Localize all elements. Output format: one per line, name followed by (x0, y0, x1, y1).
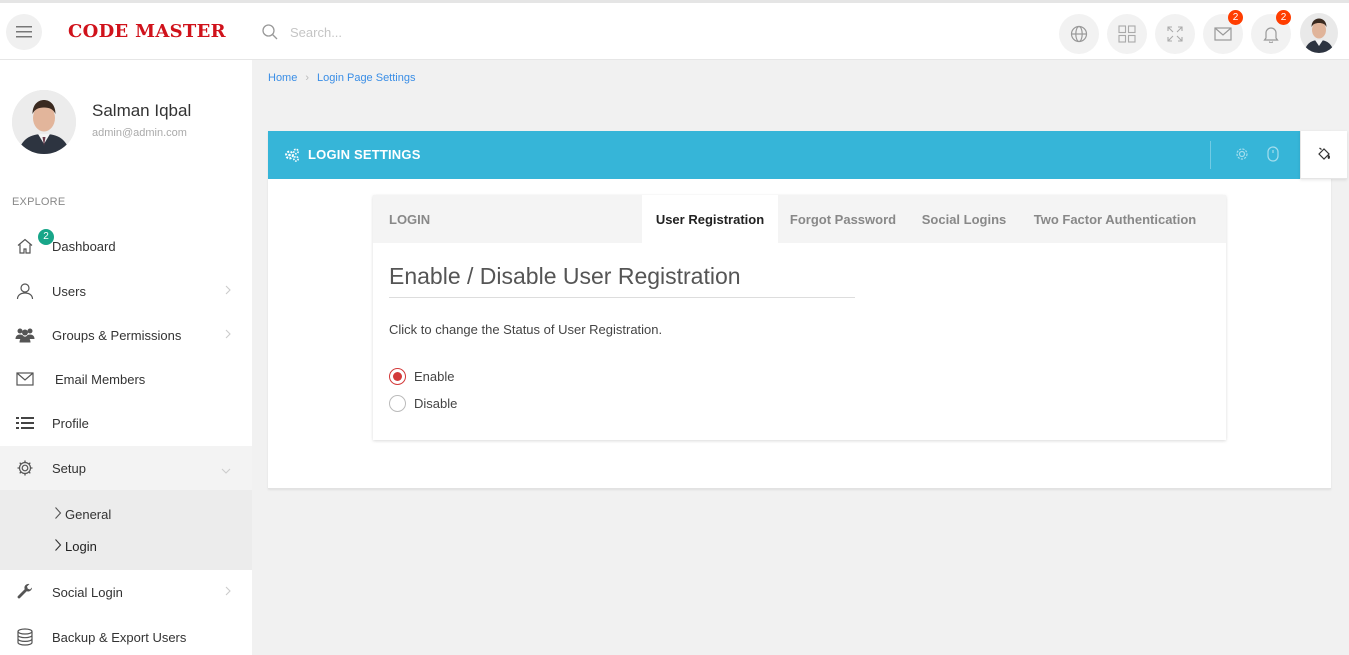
chevron-right-icon (224, 585, 232, 600)
breadcrumb: Home › Login Page Settings (268, 72, 415, 84)
notification-badge: 2 (1276, 10, 1291, 25)
hamburger-icon (16, 26, 32, 38)
submenu-item-label: Login (65, 539, 97, 554)
gear-icon (14, 457, 36, 479)
fullscreen-button[interactable] (1155, 14, 1195, 54)
grid-icon (1118, 25, 1136, 43)
breadcrumb-home[interactable]: Home (268, 72, 297, 84)
disable-radio[interactable] (389, 395, 406, 412)
chevron-right-icon (224, 328, 232, 343)
breadcrumb-separator-icon: › (305, 72, 310, 84)
sidebar-item-label: Dashboard (52, 238, 116, 254)
chevron-down-icon (220, 463, 232, 478)
top-bar: CODE MASTER 2 2 (0, 0, 1349, 60)
notifications-button[interactable]: 2 (1251, 10, 1291, 54)
sidebar-item-label: Setup (52, 460, 86, 476)
avatar-image (1300, 13, 1338, 53)
cogs-icon (285, 147, 300, 162)
submenu-item-general[interactable]: General (54, 506, 111, 523)
sidebar-item-social-login[interactable]: Social Login (0, 570, 252, 614)
paint-bucket-icon (1318, 147, 1330, 160)
sidebar-item-label: Social Login (52, 584, 123, 600)
enable-label: Enable (414, 369, 455, 384)
mouse-icon (1267, 146, 1279, 162)
submenu-item-label: General (65, 507, 112, 522)
tab-social-logins[interactable]: Social Logins (908, 195, 1020, 243)
sidebar-item-backup-export-users[interactable]: Backup & Export Users (0, 615, 252, 655)
sidebar-item-label: Users (52, 283, 86, 299)
database-icon (14, 626, 36, 648)
panel-header: LOGIN SETTINGS (268, 131, 1300, 179)
section-description: Click to change the Status of User Regis… (389, 322, 663, 337)
globe-icon (1070, 25, 1088, 43)
panel-mouse-button[interactable] (1267, 146, 1285, 164)
chevron-right-icon (54, 506, 62, 523)
disable-label: Disable (414, 396, 458, 411)
search-bar (262, 20, 490, 44)
user-avatar[interactable] (1300, 13, 1338, 53)
messages-button[interactable]: 2 (1203, 10, 1243, 54)
settings-tabs: LOGIN User Registration Forgot Password … (373, 195, 1226, 243)
enable-radio[interactable] (389, 368, 406, 385)
brand-logo[interactable]: CODE MASTER (68, 21, 226, 42)
home-icon: 2 (14, 229, 54, 257)
tab-two-factor-authentication[interactable]: Two Factor Authentication (1020, 195, 1210, 243)
breadcrumb-current[interactable]: Login Page Settings (317, 72, 415, 84)
mail-icon (1214, 27, 1232, 41)
tab-login[interactable]: LOGIN (373, 195, 641, 243)
profile-name: Salman Iqbal (92, 101, 192, 120)
sidebar-item-profile[interactable]: Profile (0, 401, 252, 445)
tab-forgot-password[interactable]: Forgot Password (778, 195, 908, 243)
sidebar-item-setup[interactable]: Setup (0, 446, 252, 490)
heading-divider (389, 297, 855, 298)
chevron-right-icon (224, 284, 232, 299)
list-icon (14, 412, 36, 434)
expand-icon (1167, 26, 1183, 42)
search-icon (262, 24, 278, 40)
sidebar-item-users[interactable]: Users (0, 269, 252, 313)
settings-card: LOGIN User Registration Forgot Password … (373, 195, 1226, 440)
section-label: EXPLORE (12, 196, 66, 208)
sidebar-item-label: Email Members (55, 371, 146, 387)
submenu-item-login[interactable]: Login (54, 538, 97, 555)
setup-submenu: General Login (0, 490, 252, 570)
sidebar-item-label: Profile (52, 415, 89, 431)
mail-badge: 2 (1228, 10, 1243, 25)
users-group-icon (14, 324, 36, 346)
theme-customizer-button[interactable] (1300, 131, 1347, 179)
header-divider (1210, 141, 1211, 169)
search-input[interactable] (290, 24, 490, 40)
sidebar-item-groups-permissions[interactable]: Groups & Permissions (0, 313, 252, 357)
sidebar: Salman Iqbal admin@admin.com EXPLORE 2 D… (0, 60, 252, 655)
gear-icon (1236, 148, 1248, 160)
language-button[interactable] (1059, 14, 1099, 54)
bell-icon (1263, 27, 1279, 43)
profile-email: admin@admin.com (92, 127, 187, 139)
sidebar-item-email-members[interactable]: Email Members (0, 357, 252, 401)
apps-button[interactable] (1107, 14, 1147, 54)
tab-user-registration[interactable]: User Registration (642, 195, 778, 243)
profile-image (12, 90, 76, 154)
mail-icon (14, 368, 36, 390)
sidebar-item-label: Backup & Export Users (52, 629, 187, 645)
enable-option[interactable]: Enable (389, 368, 454, 385)
sidebar-item-label: Groups & Permissions (52, 327, 182, 343)
menu-toggle-button[interactable] (6, 14, 42, 50)
chevron-right-icon (54, 538, 62, 555)
profile-avatar (12, 90, 76, 154)
panel-title: LOGIN SETTINGS (284, 147, 421, 162)
section-heading: Enable / Disable User Registration (389, 263, 741, 289)
wrench-icon (14, 581, 36, 603)
user-icon (14, 280, 36, 302)
panel-settings-button[interactable] (1234, 146, 1252, 164)
disable-option[interactable]: Disable (389, 395, 457, 412)
sidebar-item-dashboard[interactable]: 2 Dashboard (0, 224, 252, 268)
